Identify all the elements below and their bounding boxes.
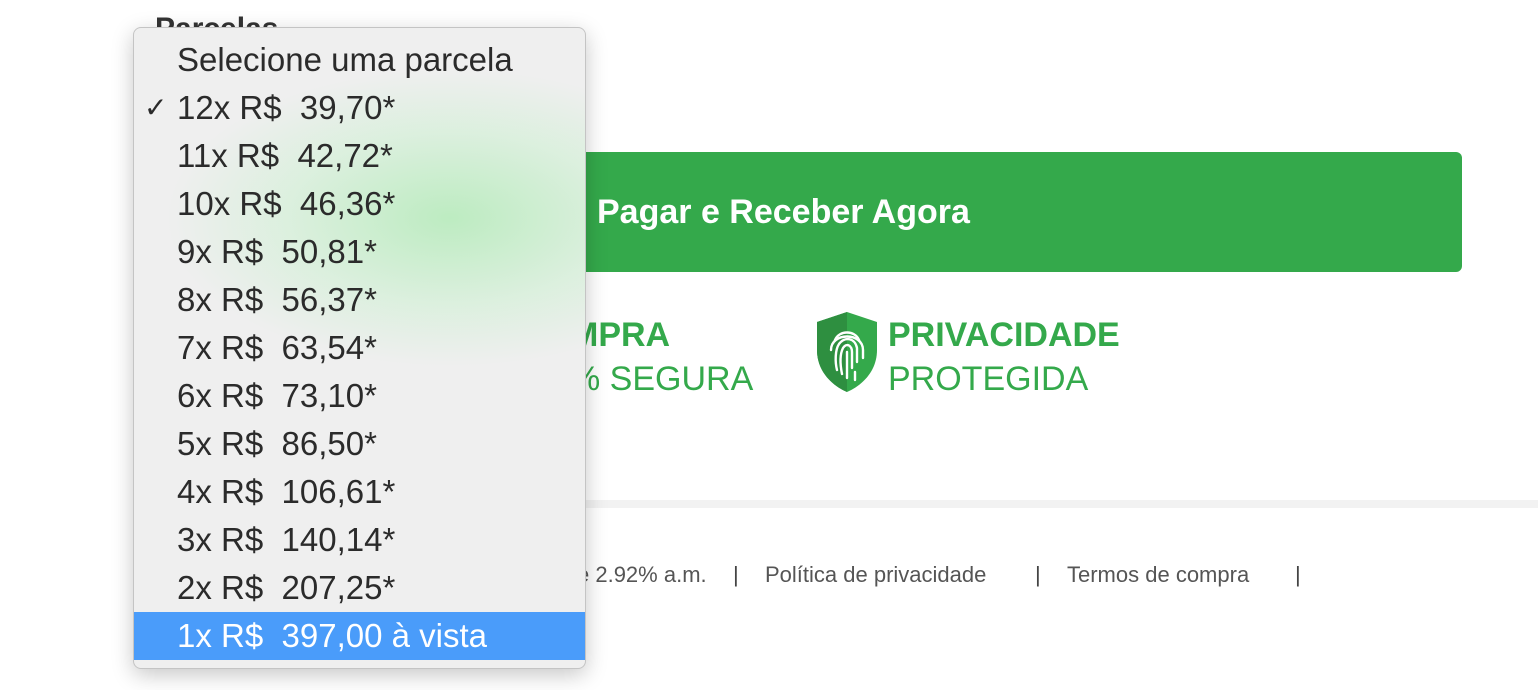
privacy-title: PRIVACIDADE [888,316,1120,354]
installment-option[interactable]: 7x R$ 63,54* [134,324,585,372]
privacy-policy-link[interactable]: Política de privacidade [765,562,986,588]
installment-option[interactable]: 11x R$ 42,72* [134,132,585,180]
privacy-subtitle: PROTEGIDA [888,360,1089,398]
option-label: 5x R$ 86,50* [177,425,377,462]
option-label: 2x R$ 207,25* [177,569,396,606]
installment-option[interactable]: 9x R$ 50,81* [134,228,585,276]
pay-and-receive-button[interactable]: Pagar e Receber Agora [540,152,1462,272]
installment-option[interactable]: 10x R$ 46,36* [134,180,585,228]
checkmark-icon: ✓ [144,92,168,123]
installment-option[interactable]: 2x R$ 207,25* [134,564,585,612]
option-label: 4x R$ 106,61* [177,473,396,510]
installment-option[interactable]: 1x R$ 397,00 à vista [134,612,585,660]
installment-option[interactable]: 8x R$ 56,37* [134,276,585,324]
option-label: 6x R$ 73,10* [177,377,377,414]
option-label: 11x R$ 42,72* [177,137,393,174]
option-label: Selecione uma parcela [177,41,513,78]
menu-placeholder-option[interactable]: Selecione uma parcela [134,36,585,84]
installment-option[interactable]: 4x R$ 106,61* [134,468,585,516]
option-label: 7x R$ 63,54* [177,329,377,366]
installments-dropdown-menu[interactable]: Selecione uma parcela ✓ 12x R$ 39,70* 11x R… [133,27,586,669]
secure-purchase-title: MPRA [570,316,671,354]
installment-option[interactable]: 5x R$ 86,50* [134,420,585,468]
footer-separator: | [733,562,739,587]
footer-separator: | [1035,562,1041,587]
privacy-badge: PRIVACIDADE PROTEGIDA [888,313,1120,401]
installment-option[interactable]: 3x R$ 140,14* [134,516,585,564]
interest-rate-text: e 2.92% a.m. [577,562,707,587]
footer-divider [540,500,1538,508]
option-label: 1x R$ 397,00 à vista [177,617,488,654]
option-label: 10x R$ 46,36* [177,185,396,222]
option-label: 8x R$ 56,37* [177,281,377,318]
fingerprint-shield-icon [817,312,877,392]
secure-purchase-badge: MPRA % SEGURA [570,313,753,401]
terms-of-purchase-link[interactable]: Termos de compra [1067,562,1249,588]
installment-option[interactable]: 6x R$ 73,10* [134,372,585,420]
footer-separator: | [1295,562,1301,587]
option-label: 9x R$ 50,81* [177,233,377,270]
secure-purchase-subtitle: % SEGURA [570,360,754,398]
installment-option[interactable]: ✓ 12x R$ 39,70* [134,84,585,132]
option-label: 12x R$ 39,70* [177,89,396,126]
option-label: 3x R$ 140,14* [177,521,396,558]
